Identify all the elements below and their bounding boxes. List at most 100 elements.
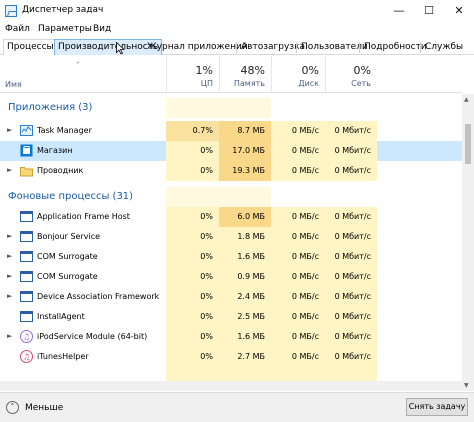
app-window-icon	[20, 231, 33, 242]
window-title: Диспетчер задач	[22, 5, 104, 15]
group-header-background[interactable]: Фоновые процессы (31)	[0, 187, 462, 207]
task-manager-icon	[5, 5, 17, 17]
maximize-icon[interactable]: ☐	[414, 0, 444, 22]
sort-up-icon[interactable]: ˄	[76, 61, 80, 70]
table-row[interactable]: ► Bonjour Service 0% 1.8 МБ 0 МБ/с 0 Мби…	[0, 227, 462, 247]
memory-total-percent: 48%	[240, 64, 265, 77]
table-row[interactable]: Application Frame Host 0% 6.0 МБ 0 МБ/с …	[0, 207, 462, 227]
cell-cpu: 0%	[166, 141, 219, 161]
table-row[interactable]: Магазин 0% 17.0 МБ 0 МБ/с 0 Мбит/с	[0, 141, 462, 161]
scroll-down-icon[interactable]: ▼	[464, 382, 469, 389]
cell-memory: 6.0 МБ	[219, 207, 271, 227]
expand-chevron-icon[interactable]: ►	[7, 232, 12, 240]
expand-chevron-icon[interactable]: ►	[7, 126, 12, 134]
table-row[interactable]: ♫ iTunesHelper 0% 2.7 МБ 0 МБ/с 0 Мбит/с	[0, 347, 462, 367]
cell-memory: 8.7 МБ	[219, 121, 271, 141]
expand-chevron-icon[interactable]: ►	[7, 292, 12, 300]
disk-total-percent: 0%	[301, 64, 319, 77]
column-name-label[interactable]: Имя	[5, 80, 22, 89]
table-row[interactable]: ► ♫ iPodService Module (64-bit) 0% 1.6 М…	[0, 327, 462, 347]
title-bar: Диспетчер задач — ☐ ✕	[0, 0, 474, 22]
cell-network: 0 Мбит/с	[325, 287, 377, 307]
menu-file[interactable]: Файл	[5, 24, 30, 34]
expand-chevron-icon[interactable]: ►	[7, 272, 12, 280]
tab-bar: Процессы Производительность Журнал прило…	[0, 38, 474, 55]
cpu-column-label: ЦП	[200, 79, 213, 88]
cpu-total-percent: 1%	[195, 64, 213, 77]
column-network[interactable]: 0% Сеть	[325, 56, 377, 93]
vertical-scrollbar[interactable]: ▲ ▼	[462, 94, 474, 391]
horizontal-scrollbar[interactable]	[0, 381, 462, 391]
cell-cpu	[166, 187, 219, 207]
cell-disk: 0 МБ/с	[271, 207, 325, 227]
group-label: Приложения (3)	[8, 102, 93, 113]
cell-cpu: 0.7%	[166, 121, 219, 141]
cell-disk: 0 МБ/с	[271, 307, 325, 327]
cell-cpu: 0%	[166, 247, 219, 267]
menu-options[interactable]: Параметры	[38, 24, 92, 34]
cell-memory: 0.9 МБ	[219, 267, 271, 287]
column-disk[interactable]: 0% Диск	[271, 56, 325, 93]
tab-processes[interactable]: Процессы	[3, 39, 58, 55]
menu-bar: Файл Параметры Вид	[0, 22, 474, 38]
folder-icon	[20, 167, 33, 177]
cell-network: 0 Мбит/с	[325, 227, 377, 247]
app-window-icon	[20, 211, 33, 222]
cell-memory: 19.3 МБ	[219, 161, 271, 181]
fewer-details-link[interactable]: Меньше	[25, 403, 63, 413]
process-name: InstallAgent	[37, 312, 85, 321]
cell-network: 0 Мбит/с	[325, 121, 377, 141]
cell-memory	[219, 187, 271, 207]
cell-network: 0 Мбит/с	[325, 247, 377, 267]
app-window-icon	[20, 311, 33, 322]
process-name: iTunesHelper	[37, 352, 89, 361]
cell-disk: 0 МБ/с	[271, 327, 325, 347]
process-name: COM Surrogate	[37, 252, 98, 261]
process-name: Проводник	[37, 166, 84, 175]
minimize-icon[interactable]: —	[384, 0, 414, 22]
store-icon	[20, 144, 33, 157]
expand-chevron-icon[interactable]: ►	[7, 166, 12, 174]
cell-network: 0 Мбит/с	[325, 207, 377, 227]
disk-column-label: Диск	[298, 79, 319, 88]
cell-network: 0 Мбит/с	[325, 307, 377, 327]
cell-disk: 0 МБ/с	[271, 161, 325, 181]
group-label: Фоновые процессы (31)	[8, 191, 134, 202]
scroll-up-icon[interactable]: ▲	[464, 96, 469, 103]
cell-memory: 2.5 МБ	[219, 307, 271, 327]
cell-network: 0 Мбит/с	[325, 141, 377, 161]
scrollbar-thumb[interactable]	[465, 124, 471, 164]
svg-text:♫: ♫	[23, 353, 30, 362]
table-row[interactable]: ► COM Surrogate 0% 1.6 МБ 0 МБ/с 0 Мбит/…	[0, 247, 462, 267]
tab-services[interactable]: Службы	[421, 39, 467, 55]
column-memory[interactable]: 48% Память	[219, 56, 271, 93]
close-icon[interactable]: ✕	[444, 0, 474, 22]
group-header-apps[interactable]: Приложения (3)	[0, 98, 462, 118]
cell-memory: 1.8 МБ	[219, 227, 271, 247]
svg-text:♫: ♫	[23, 333, 30, 342]
cell-cpu: 0%	[166, 161, 219, 181]
app-window-icon	[20, 291, 33, 302]
cell-disk: 0 МБ/с	[271, 247, 325, 267]
process-name: Магазин	[37, 146, 73, 155]
network-total-percent: 0%	[353, 64, 371, 77]
process-name: Application Frame Host	[37, 212, 130, 221]
cell-cpu: 0%	[166, 207, 219, 227]
chevron-up-icon[interactable]: ˄	[6, 401, 19, 414]
cell-cpu: 0%	[166, 267, 219, 287]
expand-chevron-icon[interactable]: ►	[7, 332, 12, 340]
process-name: Device Association Framework ...	[37, 292, 162, 301]
end-task-button[interactable]: Снять задачу	[406, 398, 468, 416]
column-cpu[interactable]: 1% ЦП	[166, 56, 219, 93]
table-row[interactable]: ► Проводник 0% 19.3 МБ 0 МБ/с 0 Мбит/с	[0, 161, 462, 181]
menu-view[interactable]: Вид	[93, 24, 111, 34]
cell-memory: 17.0 МБ	[219, 141, 271, 161]
table-row[interactable]: ► Device Association Framework ... 0% 2.…	[0, 287, 462, 307]
table-row[interactable]: ► COM Surrogate 0% 0.9 МБ 0 МБ/с 0 Мбит/…	[0, 267, 462, 287]
process-list: Приложения (3) ► Task Manager 0.7% 8.7 М…	[0, 94, 462, 391]
cell-memory: 1.6 МБ	[219, 247, 271, 267]
mouse-cursor-icon	[116, 42, 125, 55]
table-row[interactable]: ► Task Manager 0.7% 8.7 МБ 0 МБ/с 0 Мбит…	[0, 121, 462, 141]
table-row[interactable]: InstallAgent 0% 2.5 МБ 0 МБ/с 0 Мбит/с	[0, 307, 462, 327]
expand-chevron-icon[interactable]: ►	[7, 252, 12, 260]
